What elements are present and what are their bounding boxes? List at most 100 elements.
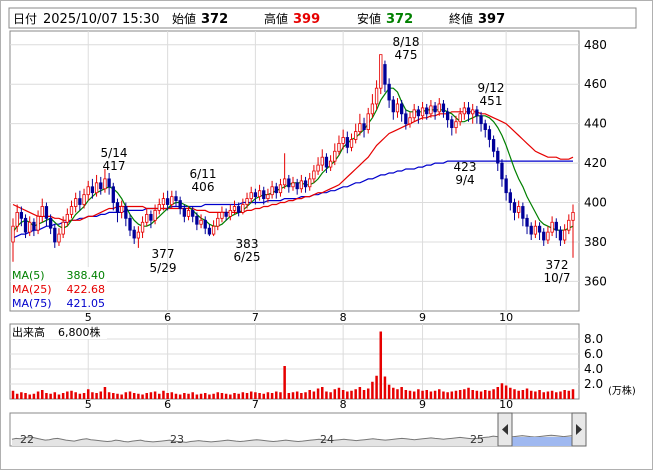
volume-bar [483,390,487,399]
volume-bar [354,389,357,399]
volume-bar [229,394,232,399]
candle-body [487,129,492,140]
volume-bar [321,387,324,399]
candle-body [165,198,170,205]
annotation-value: 383 [236,237,259,251]
candle-body [253,192,258,198]
candle-body [433,105,437,113]
volume-bar [41,390,44,399]
volume-bar [325,391,328,399]
low-value: 372 [386,12,413,27]
volume-bar [300,393,303,399]
price-month-label: 5 [85,311,92,324]
candle-body [115,202,120,213]
ma75-value: 421.05 [67,297,106,310]
price-month-label: 8 [340,311,347,324]
annotation-value: 451 [480,94,503,108]
volume-bar [312,391,316,399]
candle-body [496,150,500,164]
candle-body [257,190,262,198]
candle-body [295,182,299,190]
candle-body [542,231,546,241]
volume-bar [392,387,395,399]
navigator-selection[interactable] [505,437,573,446]
volume-bar [70,390,73,399]
volume-month-label: 7 [252,398,259,411]
ma25-label: MA(25) [12,283,52,296]
candle-body [36,215,40,231]
volume-bar [555,392,558,399]
volume-bar [78,393,82,399]
candle-body [107,178,111,188]
volume-bar [571,389,575,399]
volume-bar [358,387,362,399]
header-bar: 日付 2025/10/07 15:30 始値 372 高値 399 安値 372… [8,7,637,29]
candle-body [395,103,400,113]
ma-legend: MA(5) 388.40 MA(25) 422.68 MA(75) 421.05 [11,267,107,310]
volume-bar [208,394,211,399]
volume-bar [308,390,311,399]
date-label: 日付 [13,12,37,26]
candle-body [120,206,124,213]
annotation-date: 10/7 [544,271,571,285]
candle-body [287,178,291,188]
volume-bar [492,389,495,399]
annotation-date: 9/4 [455,173,474,187]
annotation-date: 5/14 [101,146,128,160]
volume-bar [475,390,479,399]
volume-tick-label: 6.0 [584,347,603,361]
candle-body [111,186,115,203]
candle-body [178,200,182,209]
volume-bar [178,394,182,399]
volume-bar [316,388,320,399]
candle-body [241,204,245,213]
volume-month-label: 9 [419,398,426,411]
candle-body [508,192,512,203]
candle-body [420,107,425,117]
price-tick-label: 440 [584,117,607,131]
ma25-value: 422.68 [67,283,106,296]
candle-body [149,213,153,221]
high-value: 399 [293,12,320,27]
navigator-left-handle[interactable] [497,412,513,447]
candle-body [23,217,28,233]
volume-bar [467,387,470,399]
volume-bar [534,391,537,399]
candle-body [199,219,203,225]
volume-bar [404,390,408,399]
candle-body [11,225,15,243]
volume-bar [379,331,383,399]
volume-bar [412,391,416,399]
low-label: 安値 [357,11,381,26]
volume-bar [350,390,353,399]
volume-bar [304,392,307,399]
candle-body [303,180,308,188]
candle-body [328,160,333,168]
navigator[interactable]: 22 23 24 25 [9,412,587,447]
volume-bar [36,391,40,399]
candle-body [220,212,224,219]
candle-body [412,109,416,119]
volume-bar [275,391,278,399]
volume-bar [153,391,157,399]
stock-chart-widget: 日付 2025/10/07 15:30 始値 372 高値 399 安値 372… [0,0,653,470]
volume-bar [112,393,115,399]
candle-body [82,194,86,205]
candle-body [78,198,82,205]
datetime-value: 2025/10/07 15:30 [43,12,160,27]
candle-body [512,202,517,213]
candle-body [308,178,312,188]
candle-body [550,221,554,233]
volume-bar [212,393,215,399]
candle-body [207,227,212,235]
candle-body [274,186,278,194]
candle-body [28,221,32,233]
navigator-right-handle[interactable] [571,412,587,447]
candle-body [324,156,329,168]
annotation-date: 9/12 [478,81,505,95]
candle-body [291,182,295,188]
price-month-label: 7 [252,311,259,324]
candle-body [182,208,186,217]
candle-body [44,206,49,219]
candle-body [161,198,166,205]
